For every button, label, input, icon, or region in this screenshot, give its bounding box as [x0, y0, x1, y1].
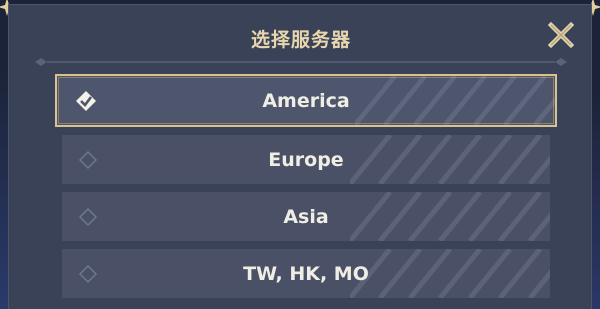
server-list: America Europe Asia TW, HK, MO: [55, 74, 557, 306]
server-option-america[interactable]: America: [55, 74, 557, 127]
game-screen: 选择服务器 America Europe Asia TW, HK, MO: [0, 0, 600, 309]
server-option-asia[interactable]: Asia: [62, 192, 550, 241]
server-label: America: [262, 89, 350, 112]
server-option-europe[interactable]: Europe: [62, 135, 550, 184]
close-x-icon[interactable]: [547, 21, 575, 49]
server-label: TW, HK, MO: [243, 262, 369, 285]
server-option-tw-hk-mo[interactable]: TW, HK, MO: [62, 249, 550, 298]
server-select-dialog: 选择服务器 America Europe Asia TW, HK, MO: [8, 4, 592, 309]
dialog-title: 选择服务器: [250, 29, 351, 51]
server-label: Europe: [268, 148, 344, 171]
title-divider: [35, 58, 567, 66]
server-label: Asia: [283, 205, 329, 228]
